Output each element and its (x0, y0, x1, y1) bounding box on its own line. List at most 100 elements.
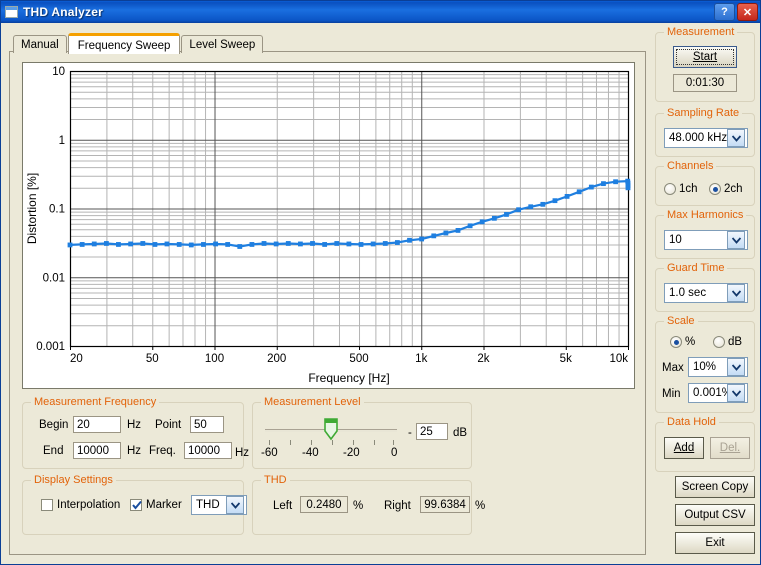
slider-ticks-and-thumb (269, 418, 394, 445)
data-hold-del-label: Del. (719, 442, 741, 454)
marker-label: Marker (146, 499, 182, 511)
svg-text:1k: 1k (415, 353, 427, 365)
radio-dot (664, 183, 676, 195)
measurement-group: Measurement Start 0:01:30 (655, 26, 755, 102)
measurement-legend: Measurement (664, 26, 738, 38)
data-hold-group: Data Hold Add Del. (655, 416, 755, 472)
scale-max-label: Max (662, 362, 684, 374)
help-button[interactable]: ? (714, 3, 735, 21)
scale-min-select[interactable]: 0.001% (688, 383, 748, 403)
measurement-frequency-group: Measurement Frequency Begin Hz Point End… (22, 396, 249, 469)
elapsed-time-display: 0:01:30 (673, 74, 737, 92)
svg-text:1: 1 (59, 135, 65, 147)
chart-canvas: 20 50 100 200 500 1k 2k 5k 10k 0.001 0.01 0.1 1 10 Fre… (25, 66, 631, 385)
thd-left-label: Left (273, 500, 293, 512)
close-button[interactable]: ✕ (737, 3, 758, 21)
slider-tick-zero: 0 (391, 447, 398, 459)
measurement-level-group: Measurement Level -60 -40 -20 0 - 25 dB (252, 396, 472, 469)
freq-label: Freq. (149, 445, 176, 457)
tab-level-sweep[interactable]: Level Sweep (181, 35, 264, 53)
sampling-rate-select[interactable]: 48.000 kHz (664, 128, 748, 148)
start-button[interactable]: Start (673, 46, 737, 68)
chevron-down-icon[interactable] (727, 358, 745, 376)
svg-text:Frequency [Hz]: Frequency [Hz] (308, 371, 389, 385)
slider-tick-minus20: -20 (343, 447, 360, 459)
svg-text:200: 200 (267, 353, 286, 365)
end-input[interactable] (73, 442, 121, 459)
scale-legend: Scale (664, 315, 698, 327)
channels-radio-2ch[interactable]: 2ch (709, 183, 743, 195)
chevron-down-icon[interactable] (727, 384, 745, 402)
svg-text:20: 20 (70, 353, 83, 365)
max-harmonics-legend: Max Harmonics (664, 209, 747, 221)
guard-time-group: Guard Time 1.0 sec (655, 262, 755, 312)
radio-dot (713, 336, 725, 348)
thd-analyzer-window: THD Analyzer ? ✕ Manual Frequency Sweep … (0, 0, 761, 565)
slider-tick-minus40: -40 (302, 447, 319, 459)
frequency-sweep-page: 20 50 100 200 500 1k 2k 5k 10k 0.001 0.01 0.1 1 10 Fre… (9, 51, 646, 555)
level-slider[interactable]: -60 -40 -20 0 (261, 417, 398, 459)
thd-left-unit: % (353, 500, 364, 512)
measurement-frequency-legend: Measurement Frequency (31, 396, 160, 408)
scale-min-label: Min (662, 388, 681, 400)
output-csv-button[interactable]: Output CSV (675, 504, 755, 526)
screen-copy-button[interactable]: Screen Copy (675, 476, 755, 498)
application-window-icon (5, 6, 18, 18)
screen-copy-label: Screen Copy (681, 481, 749, 493)
svg-text:0.001: 0.001 (36, 341, 65, 353)
data-hold-add-button[interactable]: Add (664, 437, 704, 459)
checkbox-box (130, 499, 142, 511)
svg-text:10: 10 (52, 66, 65, 78)
point-input[interactable] (190, 416, 224, 433)
display-mode-value: THD (196, 499, 220, 511)
sidebar: Measurement Start 0:01:30 Sampling Rate … (653, 26, 758, 557)
distortion-chart[interactable]: 20 50 100 200 500 1k 2k 5k 10k 0.001 0.01 0.1 1 10 Fre… (22, 62, 635, 389)
begin-input[interactable] (73, 416, 121, 433)
sampling-rate-group: Sampling Rate 48.000 kHz (655, 107, 755, 157)
level-input[interactable] (416, 423, 448, 440)
data-hold-legend: Data Hold (664, 416, 719, 428)
chevron-down-icon[interactable] (727, 129, 745, 147)
guard-time-select[interactable]: 1.0 sec (664, 283, 748, 303)
interpolation-checkbox[interactable]: Interpolation (41, 499, 120, 511)
begin-label: Begin (39, 419, 69, 431)
scale-group: Scale % dB Max 10% Min 0.001% (655, 315, 755, 413)
guard-time-value: 1.0 sec (669, 287, 707, 299)
start-button-label: Start (692, 51, 718, 63)
channels-legend: Channels (664, 160, 717, 172)
svg-text:100: 100 (205, 353, 224, 365)
tab-manual[interactable]: Manual (13, 35, 67, 53)
chevron-down-icon[interactable] (727, 231, 745, 249)
data-hold-add-label: Add (673, 442, 695, 454)
channels-2ch-label: 2ch (724, 183, 743, 195)
thd-right-label: Right (384, 500, 411, 512)
radio-dot (709, 183, 721, 195)
marker-checkbox[interactable]: Marker (130, 499, 182, 511)
svg-text:0.1: 0.1 (49, 204, 65, 216)
exit-button[interactable]: Exit (675, 532, 755, 554)
title-bar: THD Analyzer ? ✕ (1, 1, 760, 23)
scale-radio-percent[interactable]: % (670, 336, 695, 348)
channels-radio-1ch[interactable]: 1ch (664, 183, 698, 195)
end-unit: Hz (127, 445, 142, 457)
max-harmonics-select[interactable]: 10 (664, 230, 748, 250)
scale-db-label: dB (728, 336, 743, 348)
svg-text:500: 500 (349, 353, 368, 365)
channels-1ch-label: 1ch (679, 183, 698, 195)
freq-input[interactable] (184, 442, 232, 459)
chevron-down-icon[interactable] (727, 284, 745, 302)
checkbox-box (41, 499, 53, 511)
tab-frequency-sweep[interactable]: Frequency Sweep (67, 33, 181, 54)
chevron-down-icon[interactable] (226, 496, 244, 514)
interpolation-label: Interpolation (57, 499, 121, 511)
svg-text:5k: 5k (560, 353, 572, 365)
scale-max-select[interactable]: 10% (688, 357, 748, 377)
display-mode-select[interactable]: THD (191, 495, 247, 515)
max-harmonics-value: 10 (669, 234, 682, 246)
sampling-rate-legend: Sampling Rate (664, 107, 743, 119)
window-title: THD Analyzer (23, 5, 103, 19)
output-csv-label: Output CSV (684, 509, 746, 521)
scale-radio-db[interactable]: dB (713, 336, 742, 348)
svg-text:2k: 2k (477, 353, 489, 365)
level-sign: - (408, 427, 412, 439)
